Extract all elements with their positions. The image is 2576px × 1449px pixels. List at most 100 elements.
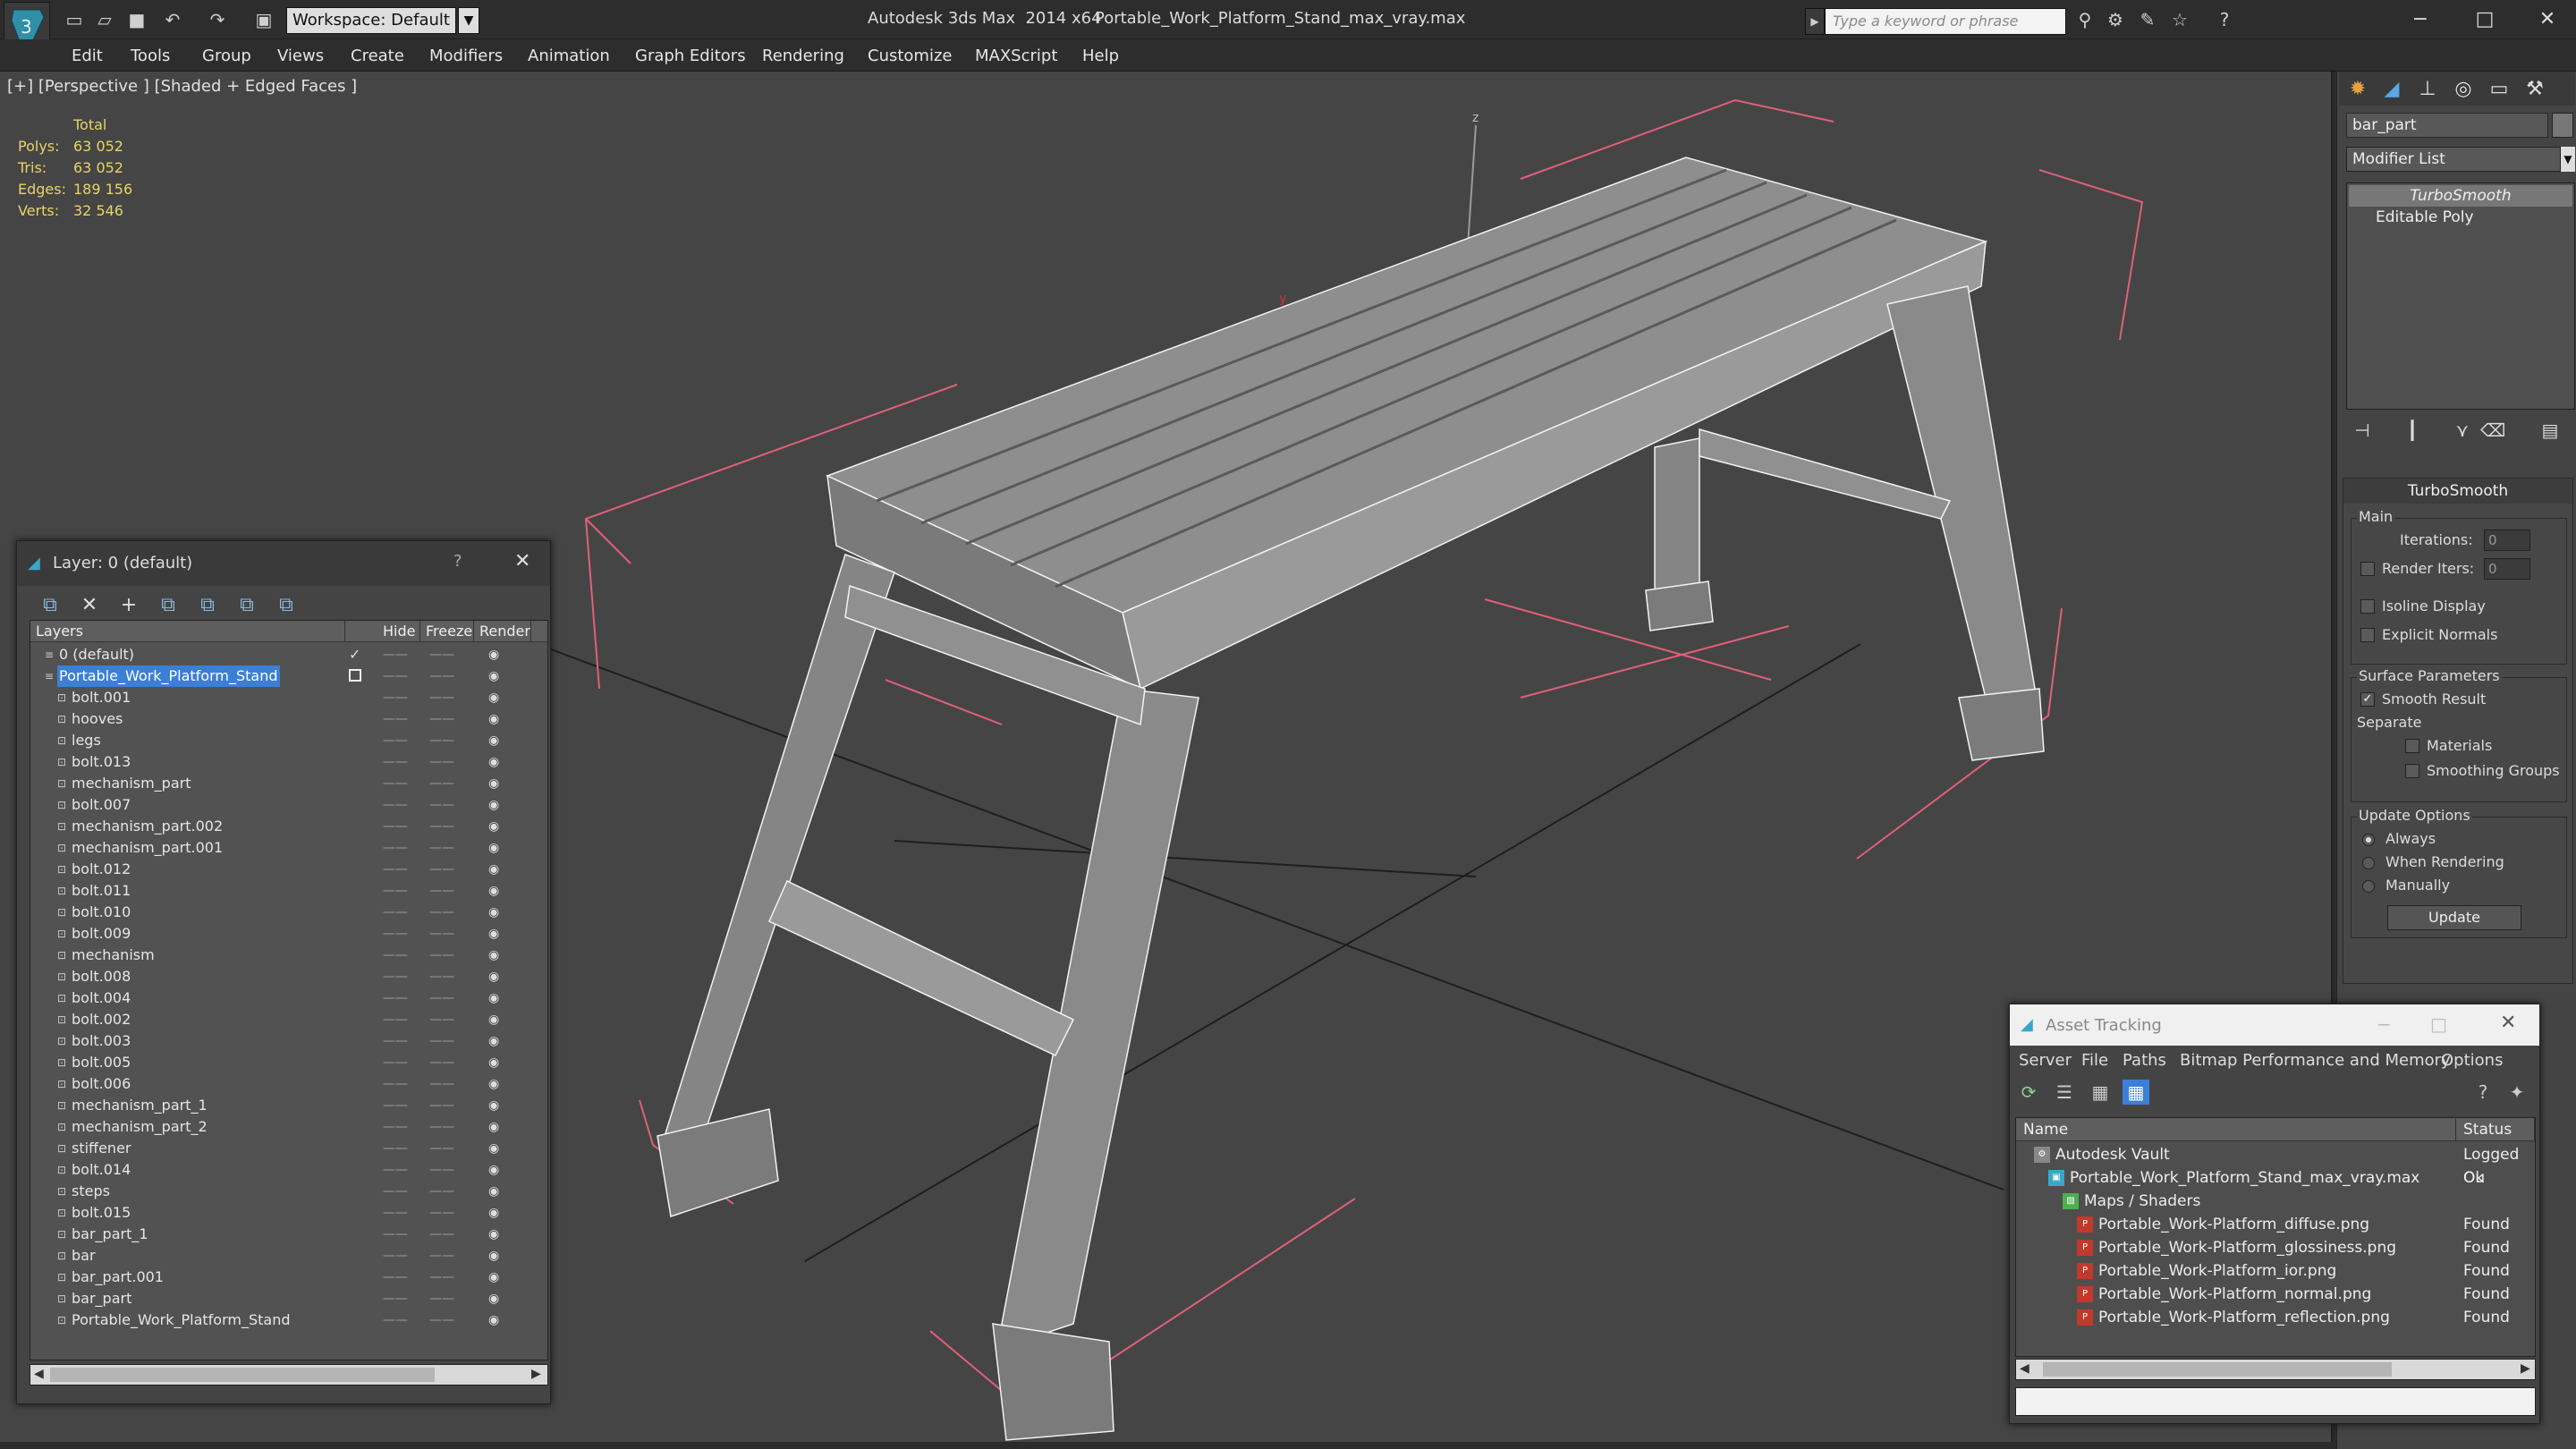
hide-toggle[interactable]: —— (383, 1202, 408, 1224)
layer-row-name[interactable]: bolt.004 (70, 987, 132, 1009)
always-radio[interactable] (2362, 834, 2375, 846)
asset-row[interactable]: ⚙ Autodesk Vault Logged Ou (2016, 1143, 2535, 1187)
display-tab-icon[interactable]: ▭ (2484, 77, 2514, 102)
freeze-toggle[interactable]: —— (429, 1138, 454, 1159)
freeze-toggle[interactable]: —— (429, 773, 454, 794)
help-search-input[interactable]: Type a keyword or phrase (1825, 8, 2066, 35)
isoline-display-checkbox[interactable] (2360, 599, 2375, 614)
freeze-toggle[interactable]: —— (429, 837, 454, 859)
select-in-layer-icon[interactable]: ⧉ (194, 593, 221, 618)
render-teapot-icon[interactable]: ◉ (488, 1095, 506, 1116)
freeze-toggle[interactable]: —— (429, 644, 454, 665)
search-options-icon[interactable]: ⚙ (2104, 9, 2127, 30)
workspace-dropdown-arrow[interactable]: ▼ (458, 7, 479, 34)
asset-menu-file[interactable]: File (2081, 1051, 2108, 1070)
create-tab-icon[interactable]: ✹ (2343, 77, 2373, 102)
hide-toggle[interactable]: —— (383, 644, 408, 665)
render-teapot-icon[interactable]: ◉ (488, 1116, 506, 1138)
utilities-tab-icon[interactable]: ⚒ (2520, 77, 2550, 102)
layer-row[interactable]: ⊡ bar_part_1 —— —— ◉ (30, 1224, 531, 1245)
asset-close-button[interactable]: ✕ (2500, 1012, 2516, 1034)
layer-row-name[interactable]: bolt.007 (70, 794, 132, 816)
when-rendering-radio[interactable] (2362, 857, 2375, 869)
favorites-star-icon[interactable]: ☆ (2168, 9, 2191, 30)
scroll-right-icon[interactable]: ▶ (2521, 1361, 2530, 1376)
hide-toggle[interactable]: —— (383, 687, 408, 708)
col-name[interactable]: Name (2016, 1118, 2456, 1141)
layer-row[interactable]: ⊡ mechanism_part.002 —— —— ◉ (30, 816, 531, 837)
render-teapot-icon[interactable]: ◉ (488, 966, 506, 987)
layer-row-name[interactable]: Portable_Work_Platform_Stand (70, 1309, 292, 1331)
asset-path-field[interactable] (2015, 1387, 2536, 1416)
layer-row[interactable]: ⊡ legs —— —— ◉ (30, 730, 531, 751)
layer-row[interactable]: ⊡ bolt.009 —— —— ◉ (30, 923, 531, 945)
viewport-label[interactable]: [+] [Perspective ] [Shaded + Edged Faces… (7, 77, 357, 96)
object-color-swatch[interactable] (2552, 113, 2573, 138)
table-view-icon[interactable]: ▦ (2123, 1080, 2149, 1105)
layer-row[interactable]: ⊡ hooves —— —— ◉ (30, 708, 531, 730)
workspace-dropdown[interactable]: Workspace: Default (286, 7, 456, 34)
layer-row-name[interactable]: bolt.011 (70, 880, 132, 902)
asset-help-icon[interactable]: ? (2470, 1080, 2496, 1105)
modifier-list-dropdown[interactable]: Modifier List (2346, 147, 2561, 172)
freeze-toggle[interactable]: —— (429, 1202, 454, 1224)
freeze-toggle[interactable]: —— (429, 923, 454, 945)
update-button[interactable]: Update (2387, 905, 2521, 930)
minimize-button[interactable]: − (2394, 4, 2447, 36)
asset-minimize-button[interactable]: − (2377, 1013, 2392, 1035)
layer-row-name[interactable]: bolt.009 (70, 923, 132, 945)
hide-toggle[interactable]: —— (383, 923, 408, 945)
layer-dialog-titlebar[interactable]: ◢ Layer: 0 (default) ? ✕ (17, 541, 550, 586)
render-iters-spinner[interactable]: 0 (2484, 558, 2530, 580)
freeze-toggle[interactable]: —— (429, 966, 454, 987)
freeze-toggle[interactable]: —— (429, 730, 454, 751)
save-file-icon[interactable]: ■ (125, 9, 148, 30)
layer-close-button[interactable]: ✕ (514, 550, 530, 572)
freeze-toggle[interactable]: —— (429, 1073, 454, 1095)
hide-toggle[interactable]: —— (383, 880, 408, 902)
render-teapot-icon[interactable]: ◉ (488, 1245, 506, 1267)
asset-options-icon[interactable]: ✦ (2504, 1080, 2530, 1105)
menu-graph-editors[interactable]: Graph Editors (635, 47, 746, 65)
layer-row-name[interactable]: bolt.005 (70, 1052, 132, 1073)
layer-row-name[interactable]: bolt.001 (70, 687, 132, 708)
col-layers[interactable]: Layers (30, 621, 345, 642)
layer-row-name[interactable]: bolt.008 (70, 966, 132, 987)
hide-toggle[interactable]: —— (383, 1181, 408, 1202)
layer-row[interactable]: ⊡ steps —— —— ◉ (30, 1181, 531, 1202)
layer-row-name[interactable]: bolt.015 (70, 1202, 132, 1224)
layer-row[interactable]: ⊡ stiffener —— —— ◉ (30, 1138, 531, 1159)
col-status[interactable]: Status (2456, 1118, 2535, 1141)
asset-menu-paths[interactable]: Paths (2123, 1051, 2166, 1070)
asset-horizontal-scrollbar[interactable]: ◀ ▶ (2015, 1359, 2536, 1380)
layer-row[interactable]: ⊡ bolt.003 —— —— ◉ (30, 1030, 531, 1052)
freeze-toggle[interactable]: —— (429, 1224, 454, 1245)
freeze-toggle[interactable]: —— (429, 708, 454, 730)
menu-animation[interactable]: Animation (528, 47, 610, 65)
pin-stack-icon[interactable]: ⊣ (2350, 419, 2375, 442)
freeze-toggle[interactable]: —— (429, 859, 454, 880)
refresh-icon[interactable]: ⟳ (2015, 1080, 2042, 1105)
hide-toggle[interactable]: —— (383, 1052, 408, 1073)
render-teapot-icon[interactable]: ◉ (488, 730, 506, 751)
layer-row[interactable]: ⊡ bolt.007 —— —— ◉ (30, 794, 531, 816)
render-teapot-icon[interactable]: ◉ (488, 1030, 506, 1052)
layer-row-name[interactable]: bolt.003 (70, 1030, 132, 1052)
layer-row[interactable]: ⊡ bolt.010 —— —— ◉ (30, 902, 531, 923)
freeze-toggle[interactable]: —— (429, 1159, 454, 1181)
freeze-toggle[interactable]: —— (429, 987, 454, 1009)
layer-row-name[interactable]: mechanism (70, 945, 157, 966)
render-teapot-icon[interactable]: ◉ (488, 1073, 506, 1095)
render-teapot-icon[interactable]: ◉ (488, 665, 506, 687)
layer-row-name[interactable]: mechanism_part_2 (70, 1116, 209, 1138)
layer-help-button[interactable]: ? (453, 552, 462, 571)
layer-row-name[interactable]: bolt.010 (70, 902, 132, 923)
hierarchy-tab-icon[interactable]: ⊥ (2412, 77, 2443, 102)
freeze-toggle[interactable]: —— (429, 1267, 454, 1288)
render-teapot-icon[interactable]: ◉ (488, 816, 506, 837)
layer-row[interactable]: ⊡ bolt.014 —— —— ◉ (30, 1159, 531, 1181)
layer-row[interactable]: ≡ Portable_Work_Platform_Stand —— —— ◉ (30, 665, 531, 687)
render-teapot-icon[interactable]: ◉ (488, 687, 506, 708)
asset-row[interactable]: ▧ Maps / Shaders (2016, 1190, 2535, 1213)
scroll-left-icon[interactable]: ◀ (2020, 1361, 2029, 1376)
